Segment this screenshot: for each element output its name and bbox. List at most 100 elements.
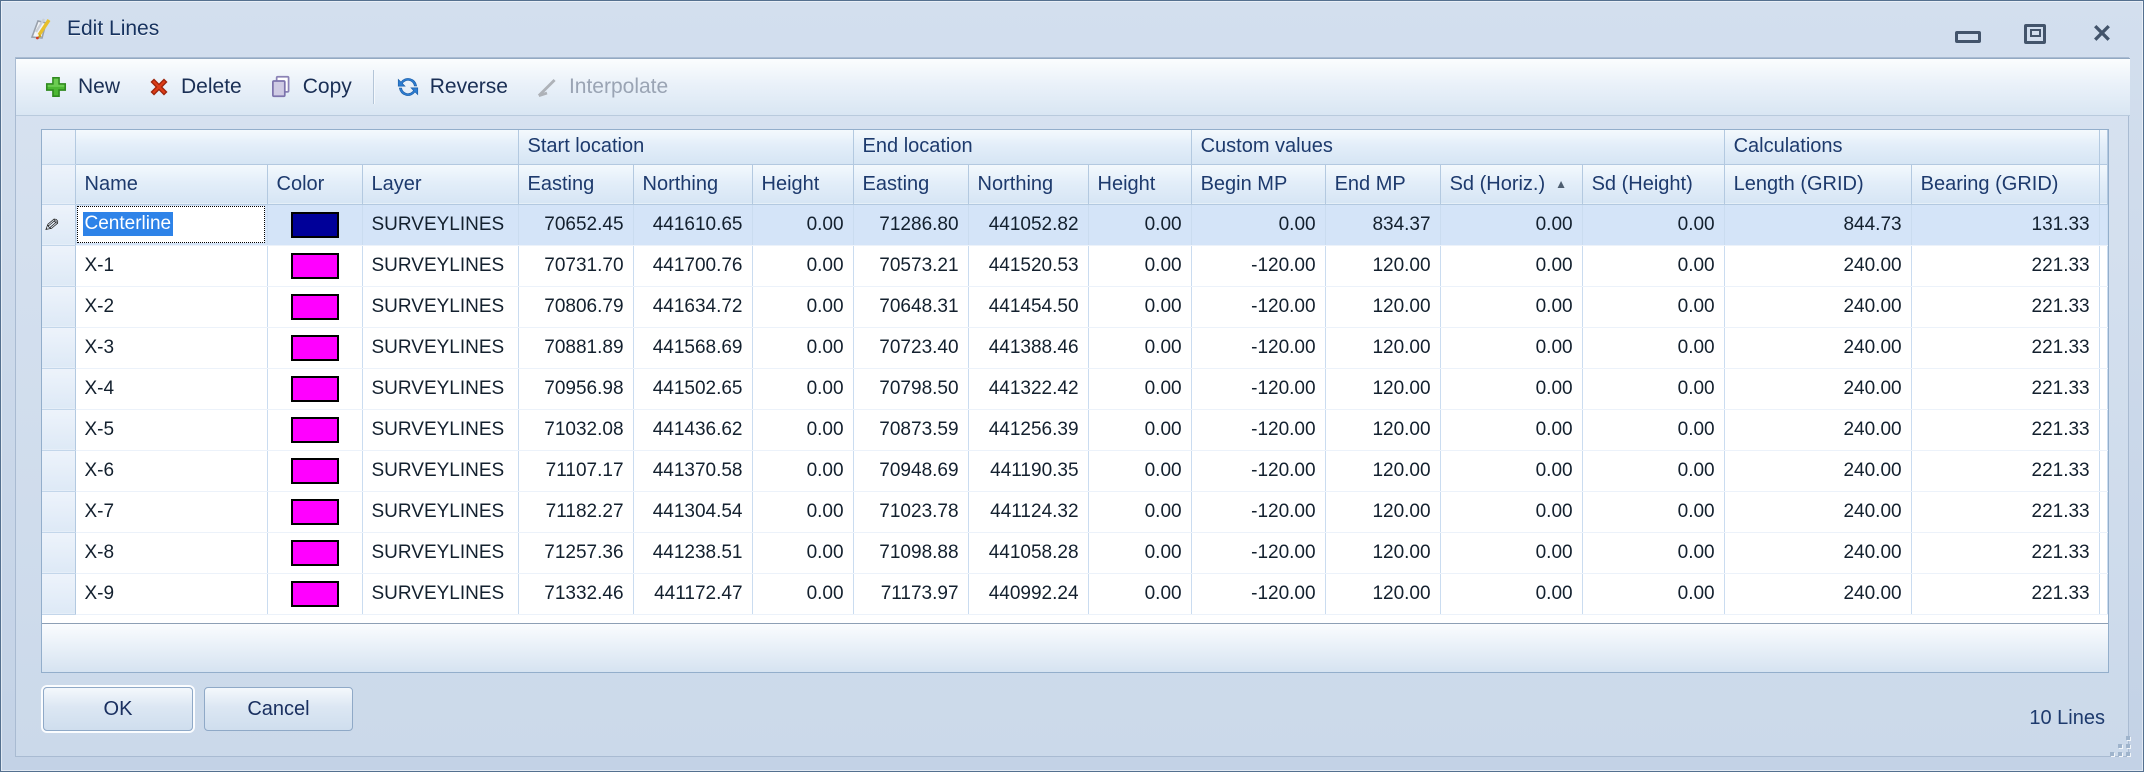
- cell-name[interactable]: Centerline Centerline: [75, 204, 267, 245]
- cell-end-mp[interactable]: 120.00: [1325, 409, 1440, 450]
- cell-end-northing[interactable]: 441322.42: [968, 368, 1088, 409]
- cell-end-mp[interactable]: 120.00: [1325, 245, 1440, 286]
- cell-name[interactable]: X-5: [75, 409, 267, 450]
- cell-start-northing[interactable]: 441304.54: [633, 491, 752, 532]
- cell-end-northing[interactable]: 441520.53: [968, 245, 1088, 286]
- cell-start-easting[interactable]: 71257.36: [518, 532, 633, 573]
- cell-end-height[interactable]: 0.00: [1088, 245, 1191, 286]
- cell-layer[interactable]: SURVEYLINES: [362, 450, 518, 491]
- cell-begin-mp[interactable]: -120.00: [1191, 532, 1325, 573]
- cell-sd-height[interactable]: 0.00: [1582, 573, 1724, 614]
- col-length-grid[interactable]: Length (GRID): [1724, 164, 1911, 204]
- cell-color[interactable]: [267, 245, 362, 286]
- cell-length[interactable]: 240.00: [1724, 245, 1911, 286]
- cell-sd-horiz[interactable]: 0.00: [1440, 204, 1582, 245]
- cell-bearing[interactable]: 221.33: [1911, 245, 2099, 286]
- cell-bearing[interactable]: 221.33: [1911, 532, 2099, 573]
- cell-start-easting[interactable]: 70956.98: [518, 368, 633, 409]
- col-start-easting[interactable]: Easting: [518, 164, 633, 204]
- cell-start-height[interactable]: 0.00: [752, 409, 853, 450]
- cell-end-height[interactable]: 0.00: [1088, 368, 1191, 409]
- cell-name[interactable]: X-3: [75, 327, 267, 368]
- cell-start-height[interactable]: 0.00: [752, 491, 853, 532]
- cell-begin-mp[interactable]: -120.00: [1191, 409, 1325, 450]
- table-row[interactable]: ✎ X-9 SURVEYLINES 71332.46 441172.47 0.0…: [42, 573, 2108, 614]
- cell-sd-horiz[interactable]: 0.00: [1440, 491, 1582, 532]
- col-start-northing[interactable]: Northing: [633, 164, 752, 204]
- table-row[interactable]: ✎ X-5 SURVEYLINES 71032.08 441436.62 0.0…: [42, 409, 2108, 450]
- col-bearing-grid[interactable]: Bearing (GRID): [1911, 164, 2099, 204]
- cell-layer[interactable]: SURVEYLINES: [362, 245, 518, 286]
- cell-bearing[interactable]: 221.33: [1911, 368, 2099, 409]
- col-end-easting[interactable]: Easting: [853, 164, 968, 204]
- col-end-height[interactable]: Height: [1088, 164, 1191, 204]
- new-button[interactable]: New: [30, 65, 133, 109]
- cell-start-northing[interactable]: 441568.69: [633, 327, 752, 368]
- cell-end-mp[interactable]: 120.00: [1325, 286, 1440, 327]
- cell-bearing[interactable]: 221.33: [1911, 491, 2099, 532]
- cell-begin-mp[interactable]: 0.00: [1191, 204, 1325, 245]
- close-button[interactable]: ✕: [2087, 21, 2117, 47]
- cell-color[interactable]: [267, 491, 362, 532]
- cell-start-height[interactable]: 0.00: [752, 204, 853, 245]
- col-start-height[interactable]: Height: [752, 164, 853, 204]
- col-end-northing[interactable]: Northing: [968, 164, 1088, 204]
- col-color[interactable]: Color: [267, 164, 362, 204]
- cell-sd-height[interactable]: 0.00: [1582, 491, 1724, 532]
- cell-layer[interactable]: SURVEYLINES: [362, 286, 518, 327]
- cell-sd-height[interactable]: 0.00: [1582, 286, 1724, 327]
- cell-begin-mp[interactable]: -120.00: [1191, 368, 1325, 409]
- col-name[interactable]: Name: [75, 164, 267, 204]
- cell-name[interactable]: X-7: [75, 491, 267, 532]
- cell-sd-horiz[interactable]: 0.00: [1440, 245, 1582, 286]
- cell-end-easting[interactable]: 70948.69: [853, 450, 968, 491]
- table-row[interactable]: ✎ X-7 SURVEYLINES 71182.27 441304.54 0.0…: [42, 491, 2108, 532]
- cell-end-height[interactable]: 0.00: [1088, 204, 1191, 245]
- cell-layer[interactable]: SURVEYLINES: [362, 368, 518, 409]
- cell-end-northing[interactable]: 441124.32: [968, 491, 1088, 532]
- cell-length[interactable]: 240.00: [1724, 368, 1911, 409]
- cell-end-northing[interactable]: 441256.39: [968, 409, 1088, 450]
- cell-end-height[interactable]: 0.00: [1088, 327, 1191, 368]
- table-row[interactable]: ✎ Centerline Centerline SURVEYLINES 7065…: [42, 204, 2108, 245]
- cell-layer[interactable]: SURVEYLINES: [362, 409, 518, 450]
- cell-color[interactable]: [267, 573, 362, 614]
- cell-end-easting[interactable]: 71098.88: [853, 532, 968, 573]
- cell-bearing[interactable]: 221.33: [1911, 286, 2099, 327]
- cell-start-northing[interactable]: 441700.76: [633, 245, 752, 286]
- cell-end-mp[interactable]: 120.00: [1325, 327, 1440, 368]
- copy-button[interactable]: Copy: [255, 65, 365, 109]
- band-calculations[interactable]: Calculations: [1724, 130, 2099, 164]
- cell-begin-mp[interactable]: -120.00: [1191, 245, 1325, 286]
- cell-length[interactable]: 240.00: [1724, 327, 1911, 368]
- cell-start-easting[interactable]: 70881.89: [518, 327, 633, 368]
- cell-layer[interactable]: SURVEYLINES: [362, 573, 518, 614]
- cell-length[interactable]: 844.73: [1724, 204, 1911, 245]
- cell-sd-height[interactable]: 0.00: [1582, 368, 1724, 409]
- cell-start-height[interactable]: 0.00: [752, 368, 853, 409]
- cell-end-easting[interactable]: 70798.50: [853, 368, 968, 409]
- cell-end-northing[interactable]: 441454.50: [968, 286, 1088, 327]
- cell-start-height[interactable]: 0.00: [752, 573, 853, 614]
- table-row[interactable]: ✎ X-6 SURVEYLINES 71107.17 441370.58 0.0…: [42, 450, 2108, 491]
- cell-bearing[interactable]: 131.33: [1911, 204, 2099, 245]
- cell-bearing[interactable]: 221.33: [1911, 409, 2099, 450]
- cell-color[interactable]: [267, 450, 362, 491]
- cell-color[interactable]: [267, 286, 362, 327]
- cell-start-easting[interactable]: 71332.46: [518, 573, 633, 614]
- cell-sd-horiz[interactable]: 0.00: [1440, 286, 1582, 327]
- cell-length[interactable]: 240.00: [1724, 532, 1911, 573]
- cell-end-mp[interactable]: 120.00: [1325, 491, 1440, 532]
- cell-end-height[interactable]: 0.00: [1088, 573, 1191, 614]
- cell-start-northing[interactable]: 441238.51: [633, 532, 752, 573]
- interpolate-button[interactable]: Interpolate: [521, 65, 681, 109]
- cell-name[interactable]: X-2: [75, 286, 267, 327]
- cell-end-easting[interactable]: 70723.40: [853, 327, 968, 368]
- cell-layer[interactable]: SURVEYLINES: [362, 491, 518, 532]
- cell-end-northing[interactable]: 440992.24: [968, 573, 1088, 614]
- cell-name[interactable]: X-8: [75, 532, 267, 573]
- cell-end-height[interactable]: 0.00: [1088, 450, 1191, 491]
- reverse-button[interactable]: Reverse: [382, 65, 521, 109]
- cancel-button[interactable]: Cancel: [204, 687, 353, 731]
- cell-start-height[interactable]: 0.00: [752, 327, 853, 368]
